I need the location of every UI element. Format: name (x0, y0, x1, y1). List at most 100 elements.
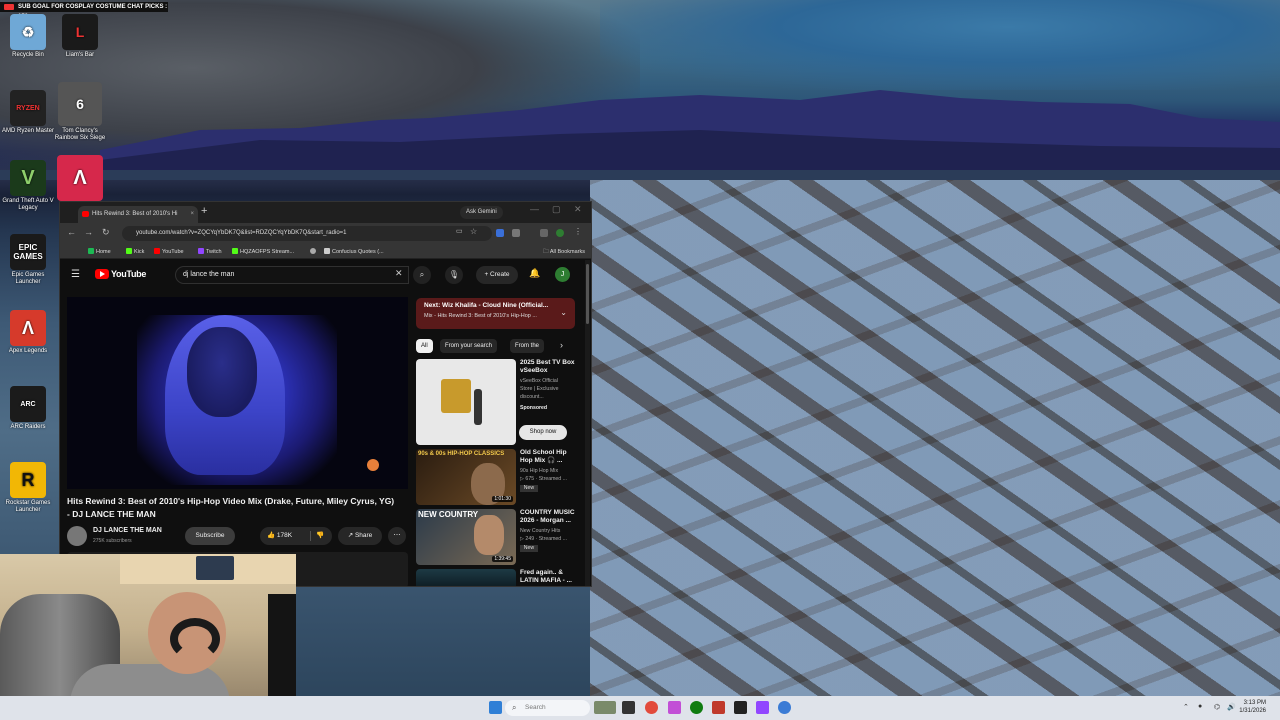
rockstar-launcher-icon[interactable]: R Rockstar Games Launcher (0, 462, 56, 514)
expand-chevron-icon[interactable]: ⌄ (560, 308, 567, 317)
url-field[interactable]: youtube.com/watch?v=ZQCYqYbDK7Q&list=RDZ… (122, 226, 492, 241)
browser-tab-youtube[interactable]: Hits Rewind 3: Best of 2010's Hi × (78, 206, 198, 223)
taskbar: Search ⌃ ● ⌬ 🔊 3:13 PM 1/31/2026 (0, 696, 1280, 720)
subscribe-button[interactable]: Subscribe (185, 527, 235, 545)
browser-menu-icon[interactable]: ⋮ (574, 227, 582, 236)
video-thumbnail: 90s & 00s HIP-HOP CLASSICS 1:01:30 (416, 449, 516, 505)
channel-name[interactable]: DJ LANCE THE MAN (93, 527, 162, 534)
like-button[interactable]: 👍 178K (267, 527, 292, 545)
new-tab-button[interactable]: + (201, 205, 207, 217)
bookmarks-bar: Home Kick YouTube Twitch HQZAOFPS Stream… (60, 244, 591, 259)
mountain-range (0, 90, 1280, 180)
share-button[interactable]: ↗ Share (338, 527, 382, 545)
bookmark-youtube[interactable]: YouTube (154, 248, 184, 255)
video-thumbnail: NEW COUNTRY 1:39:45 (416, 509, 516, 565)
recommendation-item[interactable]: 90s & 00s HIP-HOP CLASSICS 1:01:30 Old S… (416, 449, 576, 505)
sky-blue (600, 0, 1280, 90)
menu-hamburger-icon[interactable]: ☰ (71, 269, 80, 280)
maximize-icon[interactable]: ▢ (552, 204, 561, 215)
page-scrollbar[interactable] (585, 260, 590, 586)
address-bar-row: ← → ↻ youtube.com/watch?v=ZQCYqYbDK7Q&li… (60, 223, 591, 244)
gta-v-icon[interactable]: V Grand Theft Auto V Legacy (0, 160, 56, 212)
thumbs-up-icon: 👍 (267, 532, 276, 539)
more-actions-icon[interactable]: ⋯ (388, 527, 406, 545)
all-bookmarks-folder[interactable]: 🗀 All Bookmarks (543, 248, 585, 257)
shop-now-button[interactable]: Shop now (519, 425, 567, 440)
apex-legends-icon[interactable]: Λ Apex Legends (0, 310, 56, 355)
app-icon[interactable] (668, 701, 681, 714)
recommendation-item[interactable]: Fred again.. & LATIN MAFIA - ... (416, 569, 576, 586)
video-player[interactable] (67, 297, 408, 489)
forward-icon[interactable]: → (84, 227, 93, 237)
desktop: SUB GOAL FOR COSPLAY COSTUME CHAT PICKS … (0, 0, 1280, 720)
search-input[interactable]: dj lance the man (175, 266, 409, 284)
ryzen-master-icon[interactable]: RYZEN AMD Ryzen Master (0, 90, 56, 135)
chrome-icon[interactable] (645, 701, 658, 714)
dislike-button[interactable]: 👎 (316, 527, 324, 545)
volume-icon[interactable]: 🔊 (1227, 703, 1236, 711)
chip-from-the[interactable]: From the (510, 339, 545, 353)
bookmark-hqzaofps[interactable]: HQZAOFPS Stream... (232, 248, 294, 255)
task-view-icon[interactable] (622, 701, 635, 714)
edge-icon[interactable] (778, 701, 791, 714)
bookmark-kick[interactable]: Kick (126, 248, 144, 255)
search-icon[interactable]: ⌕ (413, 266, 431, 284)
bookmark-star-icon[interactable]: ☆ (470, 227, 477, 236)
chips-next-icon[interactable]: › (560, 340, 563, 350)
salt-flats (590, 180, 1280, 700)
extension-icon[interactable] (496, 229, 504, 237)
system-clock[interactable]: 3:13 PM 1/31/2026 (1239, 699, 1266, 715)
bookmark-twitch[interactable]: Twitch (198, 248, 222, 255)
bookmark-globe[interactable] (310, 248, 318, 255)
tab-title: Hits Rewind 3: Best of 2010's Hi (92, 211, 178, 217)
create-button[interactable]: + Create (476, 266, 518, 284)
start-windows-icon[interactable] (489, 701, 502, 714)
recommendation-item[interactable]: NEW COUNTRY 1:39:45 COUNTRY MUSIC 2026 -… (416, 509, 576, 565)
xbox-icon[interactable] (690, 701, 703, 714)
cast-icon[interactable]: ▭ (456, 227, 463, 235)
liams-bar-icon[interactable]: L Liam's Bar (52, 14, 108, 59)
notifications-bell-icon[interactable]: 🔔 (529, 268, 540, 279)
taskbar-search[interactable]: Search (505, 700, 590, 716)
browser-window: Hits Rewind 3: Best of 2010's Hi × + Ask … (59, 201, 592, 587)
profile-avatar-icon[interactable] (556, 229, 564, 237)
ask-gemini-button[interactable]: Ask Gemini (460, 206, 503, 219)
tray-app-icon[interactable]: ● (1198, 703, 1202, 710)
reload-icon[interactable]: ↻ (102, 227, 110, 238)
close-tab-icon[interactable]: × (190, 206, 194, 223)
ad-thumbnail (416, 359, 516, 445)
chip-all[interactable]: All (416, 339, 433, 353)
video-thumbnail (416, 569, 516, 586)
back-icon[interactable]: ← (67, 227, 76, 237)
terminal-icon[interactable] (734, 701, 747, 714)
channel-avatar[interactable] (67, 526, 87, 546)
account-avatar[interactable]: J (555, 267, 570, 282)
extensions-puzzle-icon[interactable] (512, 229, 520, 237)
network-icon[interactable]: ⌬ (1214, 703, 1220, 711)
media-icon[interactable] (540, 229, 548, 237)
next-mix-subtitle: Mix - Hits Rewind 3: Best of 2010's Hip-… (424, 313, 537, 319)
app3-icon[interactable] (756, 701, 769, 714)
chip-from-search[interactable]: From your search (440, 339, 498, 353)
youtube-page: ☰ YouTube dj lance the man ✕ ⌕ 🎙 + Creat… (60, 260, 591, 586)
clear-search-icon[interactable]: ✕ (395, 268, 403, 279)
video-title: Hits Rewind 3: Best of 2010's Hip-Hop Vi… (67, 496, 395, 519)
tray-chevron-icon[interactable]: ⌃ (1183, 703, 1189, 711)
bookmark-home[interactable]: Home (88, 248, 111, 255)
bookmark-confucius[interactable]: Confucius Quotes (... (324, 248, 384, 255)
app2-icon[interactable] (712, 701, 725, 714)
youtube-logo-icon[interactable] (95, 269, 109, 279)
voice-search-icon[interactable]: 🎙 (445, 266, 463, 284)
epic-games-icon[interactable]: EPIC GAMES Epic Games Launcher (0, 234, 56, 286)
close-window-icon[interactable]: ✕ (574, 204, 582, 215)
up-next-mix[interactable]: Next: Wiz Khalifa - Cloud Nine (Official… (416, 298, 575, 329)
recycle-bin-icon[interactable]: ♻ Recycle Bin (0, 14, 56, 59)
youtube-wordmark[interactable]: YouTube (111, 269, 146, 279)
like-dislike-group: 👍 178K 👎 (260, 527, 332, 545)
apex-shortcut-icon[interactable]: Λ (52, 155, 108, 203)
next-title: Next: Wiz Khalifa - Cloud Nine (Official… (424, 302, 549, 309)
arc-raiders-icon[interactable]: ARC ARC Raiders (0, 386, 56, 431)
minimize-icon[interactable]: — (530, 204, 539, 214)
widgets-icon[interactable] (594, 701, 616, 714)
rainbow-six-icon[interactable]: 6 Tom Clancy's Rainbow Six Siege (52, 82, 108, 142)
